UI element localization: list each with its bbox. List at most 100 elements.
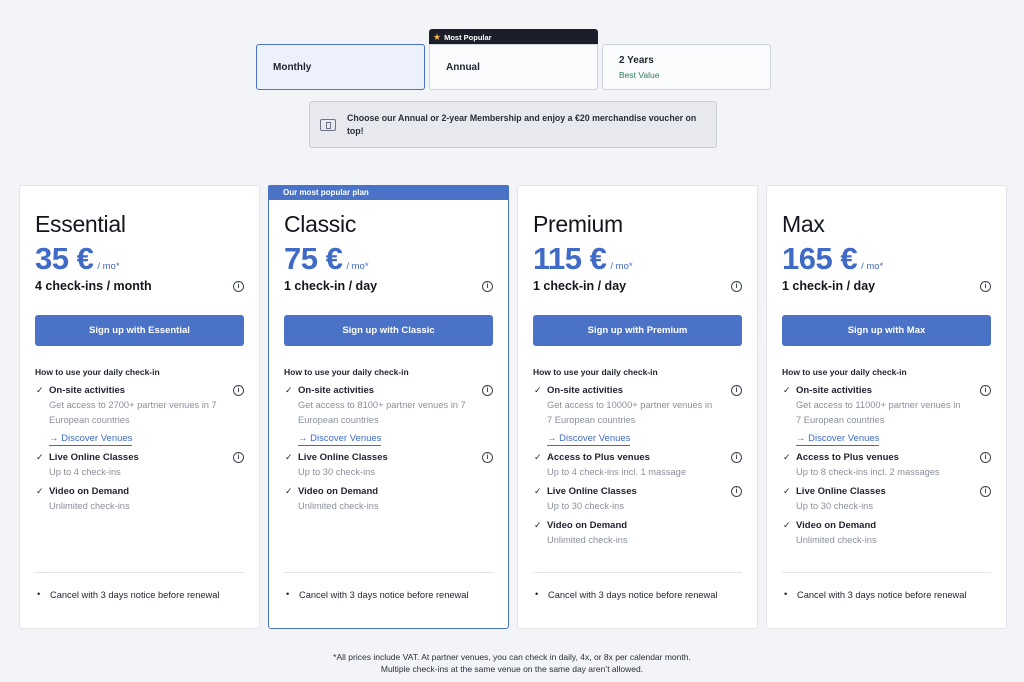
feature-item: ✓ Video on Demand Unlimited check-ins (284, 486, 493, 514)
feature-item: ✓ Live Online Classes i Up to 4 check-ins (35, 452, 244, 480)
info-icon[interactable]: i (731, 385, 742, 396)
plan-card-essential: Essential 35 € / mo* 4 check-ins / month i Si… (19, 185, 260, 629)
info-icon[interactable]: i (482, 452, 493, 463)
star-icon: ★ (433, 31, 442, 42)
billing-option-label: Annual (446, 61, 480, 73)
price-row: 35 € / mo* (35, 241, 244, 276)
feature-head: On-site activities i (298, 385, 493, 396)
plan-name: Classic (284, 211, 357, 237)
feature-head: On-site activities i (49, 385, 244, 396)
info-icon[interactable]: i (233, 385, 244, 396)
feature-description: Get access to 10000+ partner venues in 7… (547, 400, 713, 425)
feature-head: Video on Demand (547, 520, 742, 531)
check-icon: ✓ (534, 385, 542, 395)
footnote-line: Multiple check-ins at the same venue on … (380, 664, 644, 674)
feature-head: Live Online Classes i (49, 452, 244, 463)
check-icon: ✓ (285, 385, 293, 395)
check-icon: ✓ (783, 486, 791, 496)
feature-title: Live Online Classes (298, 452, 388, 463)
check-icon: ✓ (36, 452, 44, 462)
check-icon: ✓ (783, 385, 791, 395)
feature-title: Video on Demand (796, 520, 877, 531)
feature-head: On-site activities i (796, 385, 991, 396)
checkin-allowance: 1 check-in / day (782, 279, 876, 293)
feature-description: Up to 4 check-ins incl. 1 massage (547, 467, 686, 477)
voucher-icon (320, 118, 336, 131)
price-period: / mo* (346, 261, 369, 272)
feature-head: Access to Plus venues i (796, 452, 991, 463)
feature-head: Video on Demand (796, 520, 991, 531)
feature-title: On-site activities (49, 385, 126, 396)
info-icon[interactable]: i (980, 280, 991, 292)
info-icon[interactable]: i (980, 486, 991, 497)
plan-price: 75 € (284, 241, 343, 276)
most-popular-label: Most Popular (444, 32, 492, 42)
checkin-allowance: 1 check-in / day (284, 279, 378, 293)
feature-list: ✓ On-site activities i Get access to 10000+… (533, 385, 742, 548)
check-icon: ✓ (285, 486, 293, 496)
pricing-footnote: *All prices include VAT. At partner venu… (0, 651, 1024, 675)
info-icon[interactable]: i (731, 280, 742, 292)
info-icon[interactable]: i (233, 280, 244, 292)
feature-description: Up to 30 check-ins (796, 501, 873, 511)
feature-head: Access to Plus venues i (547, 452, 742, 463)
cancel-policy: Cancel with 3 days notice before renewal (284, 589, 493, 600)
checkin-allowance: 4 check-ins / month (35, 279, 152, 293)
feature-title: Live Online Classes (796, 486, 886, 497)
discover-venues-link[interactable]: → Discover Venues (796, 433, 880, 446)
plan-name: Essential (35, 211, 126, 237)
feature-description: Up to 30 check-ins (298, 467, 375, 477)
feature-description: Unlimited check-ins (796, 535, 877, 545)
feature-list: ✓ On-site activities i Get access to 11000+… (782, 385, 991, 548)
feature-title: On-site activities (298, 385, 375, 396)
billing-option-annual[interactable]: Annual (429, 44, 598, 90)
feature-item: ✓ On-site activities i Get access to 2700+ … (35, 385, 244, 446)
feature-head: Live Online Classes i (796, 486, 991, 497)
check-icon: ✓ (534, 486, 542, 496)
plan-name: Max (782, 211, 825, 237)
billing-option-monthly[interactable]: Monthly (256, 44, 425, 90)
feature-item: ✓ Live Online Classes i Up to 30 check-ins (782, 486, 991, 514)
info-icon[interactable]: i (980, 452, 991, 463)
feature-list: ✓ On-site activities i Get access to 8100+ … (284, 385, 493, 514)
info-icon[interactable]: i (731, 452, 742, 463)
signup-button[interactable]: Sign up with Premium (533, 315, 742, 346)
signup-button[interactable]: Sign up with Max (782, 315, 991, 346)
feature-item: ✓ Video on Demand Unlimited check-ins (533, 520, 742, 548)
feature-head: Live Online Classes i (298, 452, 493, 463)
info-icon[interactable]: i (980, 385, 991, 396)
price-row: 165 € / mo* (782, 241, 991, 276)
plan-name: Premium (533, 211, 623, 237)
feature-item: ✓ Live Online Classes i Up to 30 check-ins (284, 452, 493, 480)
price-period: / mo* (97, 261, 120, 272)
feature-head: On-site activities i (547, 385, 742, 396)
best-value-label: Best Value (619, 69, 660, 80)
info-icon[interactable]: i (482, 385, 493, 396)
billing-option-2-years[interactable]: 2 Years Best Value (602, 44, 771, 90)
price-row: 75 € / mo* (284, 241, 493, 276)
discover-venues-link[interactable]: → Discover Venues (547, 433, 631, 446)
info-icon[interactable]: i (482, 280, 493, 292)
divider (35, 572, 244, 573)
feature-description: Unlimited check-ins (49, 501, 130, 511)
signup-button[interactable]: Sign up with Essential (35, 315, 244, 346)
feature-description: Up to 4 check-ins (49, 467, 121, 477)
feature-title: On-site activities (796, 385, 873, 396)
feature-description: Get access to 11000+ partner venues in 7… (796, 400, 961, 425)
check-icon: ✓ (36, 486, 44, 496)
discover-venues-link[interactable]: → Discover Venues (298, 433, 382, 446)
feature-description: Unlimited check-ins (298, 501, 379, 511)
feature-title: Live Online Classes (547, 486, 637, 497)
check-icon: ✓ (783, 452, 791, 462)
billing-option-label: 2 Years (619, 54, 654, 66)
check-icon: ✓ (285, 452, 293, 462)
info-icon[interactable]: i (731, 486, 742, 497)
signup-button[interactable]: Sign up with Classic (284, 315, 493, 346)
plan-price: 115 € (533, 241, 607, 276)
feature-item: ✓ On-site activities i Get access to 10000+… (533, 385, 742, 446)
cancel-policy: Cancel with 3 days notice before renewal (35, 589, 244, 600)
discover-venues-link[interactable]: → Discover Venues (49, 433, 133, 446)
feature-head: Video on Demand (298, 486, 493, 497)
info-icon[interactable]: i (233, 452, 244, 463)
plan-price: 165 € (782, 241, 858, 276)
